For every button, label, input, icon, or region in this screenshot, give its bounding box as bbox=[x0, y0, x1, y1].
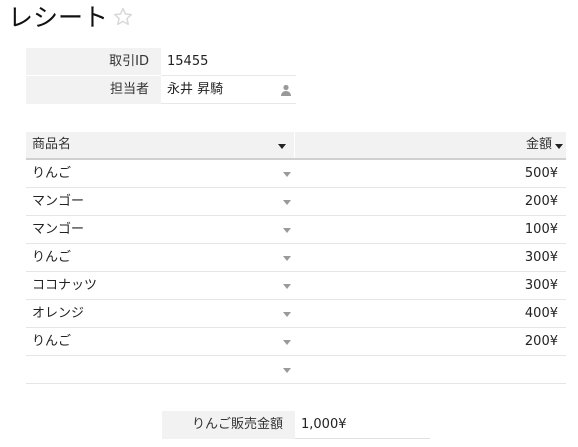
table-row: りんご 300¥ bbox=[26, 244, 566, 272]
person-icon[interactable] bbox=[280, 84, 292, 96]
summary-label: りんご販売金額 bbox=[162, 411, 295, 439]
item-name: りんご bbox=[32, 250, 72, 265]
amount-cell[interactable]: 100¥ bbox=[295, 216, 566, 243]
item-name-cell[interactable]: オレンジ bbox=[26, 300, 295, 327]
new-item-name-cell[interactable] bbox=[26, 356, 295, 383]
item-name-cell[interactable]: りんご bbox=[26, 160, 295, 187]
item-name-cell[interactable]: マンゴー bbox=[26, 216, 295, 243]
apple-sales-total[interactable]: 1,000¥ bbox=[295, 411, 430, 439]
caret-down-icon[interactable] bbox=[283, 228, 291, 233]
table-row: マンゴー 100¥ bbox=[26, 216, 566, 244]
amount-cell[interactable]: 300¥ bbox=[295, 272, 566, 299]
assignee-field[interactable]: 永井 昇騎 bbox=[161, 76, 296, 104]
caret-down-icon[interactable] bbox=[283, 200, 291, 205]
item-name: ココナッツ bbox=[32, 278, 98, 293]
item-name: マンゴー bbox=[32, 194, 85, 209]
caret-down-icon[interactable] bbox=[283, 172, 291, 177]
table-row: ココナッツ 300¥ bbox=[26, 272, 566, 300]
caret-down-icon[interactable] bbox=[283, 340, 291, 345]
field-label: 担当者 bbox=[26, 76, 161, 104]
amount-cell[interactable]: 200¥ bbox=[295, 188, 566, 215]
items-table: 商品名 金額 りんご 500¥ マンゴー 200¥ マンゴー 100¥ りんご … bbox=[26, 132, 566, 384]
item-name: オレンジ bbox=[32, 306, 85, 321]
table-row-new bbox=[26, 356, 566, 384]
assignee-value: 永井 昇騎 bbox=[167, 82, 224, 97]
column-header-label: 商品名 bbox=[32, 137, 72, 152]
table-row: りんご 200¥ bbox=[26, 328, 566, 356]
receipt-page: レシート 取引ID 15455 担当者 永井 昇騎 商品名 金額 りんご 500… bbox=[0, 0, 578, 447]
caret-down-icon[interactable] bbox=[555, 144, 563, 149]
caret-down-icon[interactable] bbox=[283, 368, 291, 373]
column-header-label: 金額 bbox=[525, 137, 552, 152]
field-label: 取引ID bbox=[26, 48, 161, 76]
star-outline-icon[interactable] bbox=[112, 6, 134, 28]
page-title: レシート bbox=[8, 3, 109, 32]
record-card: 取引ID 15455 担当者 永井 昇騎 bbox=[26, 48, 296, 104]
item-name-cell[interactable]: マンゴー bbox=[26, 188, 295, 215]
item-name: りんご bbox=[32, 166, 72, 181]
table-header: 商品名 金額 bbox=[26, 132, 566, 160]
field-row-transaction-id: 取引ID 15455 bbox=[26, 48, 296, 76]
item-name: マンゴー bbox=[32, 222, 85, 237]
new-amount-cell[interactable] bbox=[295, 356, 566, 383]
table-row: りんご 500¥ bbox=[26, 160, 566, 188]
field-row-assignee: 担当者 永井 昇騎 bbox=[26, 76, 296, 104]
amount-cell[interactable]: 200¥ bbox=[295, 328, 566, 355]
transaction-id-field[interactable]: 15455 bbox=[161, 48, 296, 76]
item-name-cell[interactable]: りんご bbox=[26, 244, 295, 271]
caret-down-icon[interactable] bbox=[283, 284, 291, 289]
item-name: りんご bbox=[32, 334, 72, 349]
caret-down-icon[interactable] bbox=[283, 256, 291, 261]
column-header-amount[interactable]: 金額 bbox=[295, 132, 566, 158]
caret-down-icon[interactable] bbox=[278, 144, 286, 149]
column-header-name[interactable]: 商品名 bbox=[26, 132, 295, 158]
amount-cell[interactable]: 400¥ bbox=[295, 300, 566, 327]
caret-down-icon[interactable] bbox=[283, 312, 291, 317]
amount-cell[interactable]: 300¥ bbox=[295, 244, 566, 271]
item-name-cell[interactable]: りんご bbox=[26, 328, 295, 355]
amount-cell[interactable]: 500¥ bbox=[295, 160, 566, 187]
item-name-cell[interactable]: ココナッツ bbox=[26, 272, 295, 299]
table-row: オレンジ 400¥ bbox=[26, 300, 566, 328]
summary-field: りんご販売金額 1,000¥ bbox=[162, 411, 430, 439]
table-row: マンゴー 200¥ bbox=[26, 188, 566, 216]
